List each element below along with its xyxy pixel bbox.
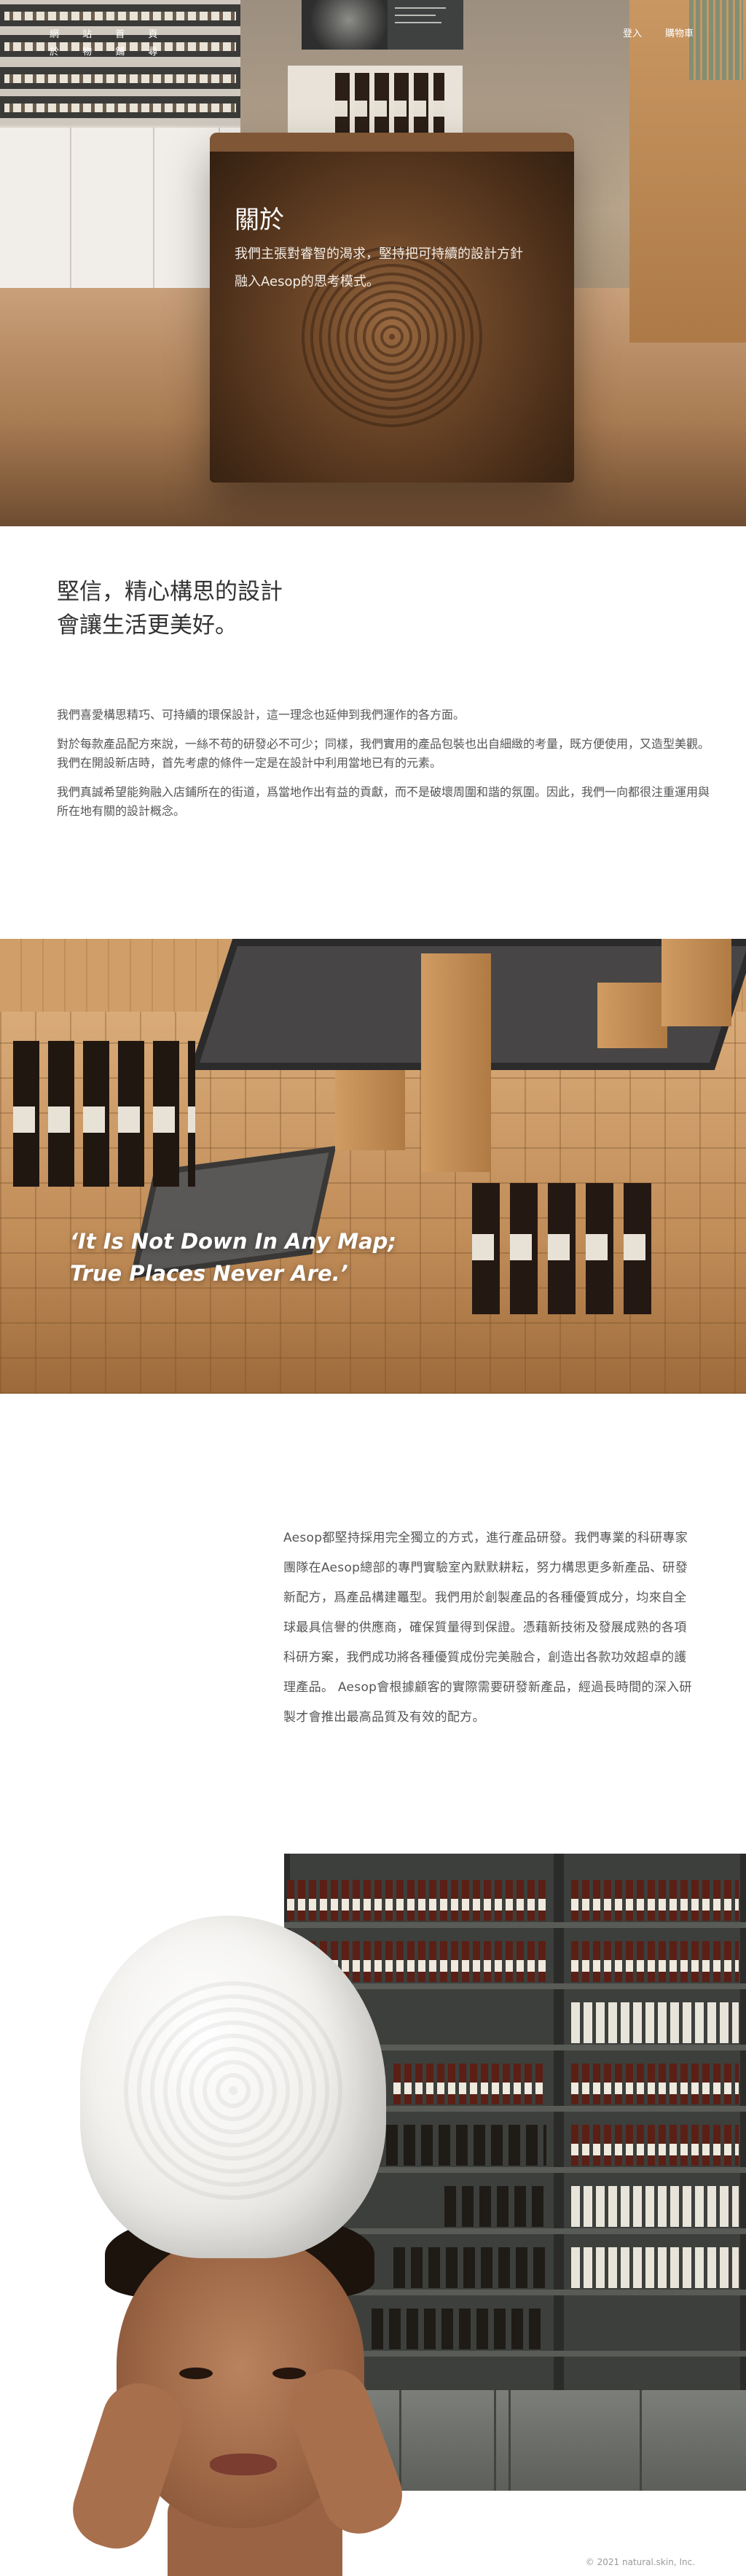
store-locator-link[interactable]: 於 物 鋪 尋	[50, 44, 168, 61]
hero-shelf	[0, 67, 240, 89]
store-wood-post	[421, 953, 491, 1172]
intro-body: 我們喜愛構思精巧、可持續的環保設計，這一理念也延伸到我們運作的各方面。 對於每款…	[57, 706, 712, 831]
login-link[interactable]: 登入	[623, 26, 642, 39]
hero-wood-block-image	[210, 133, 574, 483]
towel-wrap	[80, 1916, 386, 2258]
store-product-bottles	[13, 1041, 195, 1187]
brand-menu: 網 站 首 頁 於 物 鋪 尋	[50, 26, 168, 61]
account-nav: 登入 購物車	[623, 26, 694, 39]
store-product-bottles	[472, 1183, 661, 1314]
copyright-text: © 2021 natural.skin, Inc.	[585, 2557, 695, 2567]
store-wood-post	[661, 939, 731, 1026]
store-image-section: ‘It Is Not Down In Any Map; True Places …	[0, 939, 746, 1394]
research-paragraph: Aesop都堅持採用完全獨立的方式，進行產品研發。我們專業的科研專家團隊在Aes…	[283, 1531, 692, 1725]
intro-paragraph: 對於每款產品配方來說，一絲不苟的研發必不可少；同樣，我們實用的產品包裝也出自細緻…	[57, 737, 710, 770]
store-wood-post	[597, 983, 667, 1048]
hero-green-tiles	[689, 0, 743, 80]
intro-section: 堅信，精心構思的設計 會讓生活更美好。 我們喜愛構思精巧、可持續的環保設計，這一…	[0, 526, 746, 939]
hero-product-bottles	[335, 73, 444, 133]
store-quote: ‘It Is Not Down In Any Map; True Places …	[70, 1225, 396, 1289]
hero-description: 我們主張對睿智的渴求，堅持把可持續的設計方針融入Aesop的思考模式。	[235, 246, 523, 289]
hero-cabinet	[0, 125, 240, 288]
store-wood-post	[335, 1070, 405, 1150]
hero-section: 網 站 首 頁 於 物 鋪 尋 登入 購物車 關於 我們主張對睿智的渴求，堅持把…	[0, 0, 746, 526]
quote-line-2: True Places Never Are.’	[70, 1261, 348, 1286]
intro-paragraph: 我們真誠希望能夠融入店鋪所在的街道，爲當地作出有益的貢獻，而不是破壞周圍和諧的氛…	[57, 785, 710, 818]
home-link[interactable]: 網 站 首 頁	[50, 26, 168, 44]
hero-poster-image	[302, 0, 463, 50]
cart-link[interactable]: 購物車	[665, 26, 694, 39]
intro-heading: 堅信，精心構思的設計 會讓生活更美好。	[57, 575, 283, 642]
research-section: Aesop都堅持採用完全獨立的方式，進行產品研發。我們專業的科研專家團隊在Aes…	[0, 1394, 746, 1854]
research-text-block: Aesop都堅持採用完全獨立的方式，進行產品研發。我們專業的科研專家團隊在Aes…	[283, 1523, 697, 1733]
quote-line-1: ‘It Is Not Down In Any Map;	[70, 1229, 396, 1254]
page-title: 關於	[235, 206, 284, 235]
intro-heading-line-1: 堅信，精心構思的設計	[57, 579, 283, 605]
model-portrait-image	[63, 1916, 413, 2576]
portrait-image-section: © 2021 natural.skin, Inc.	[0, 1854, 746, 2576]
intro-heading-line-2: 會讓生活更美好。	[57, 612, 237, 639]
hero-shelf	[0, 96, 240, 118]
intro-paragraph: 我們喜愛構思精巧、可持續的環保設計，這一理念也延伸到我們運作的各方面。	[57, 708, 466, 722]
hero-shelf	[0, 4, 240, 26]
